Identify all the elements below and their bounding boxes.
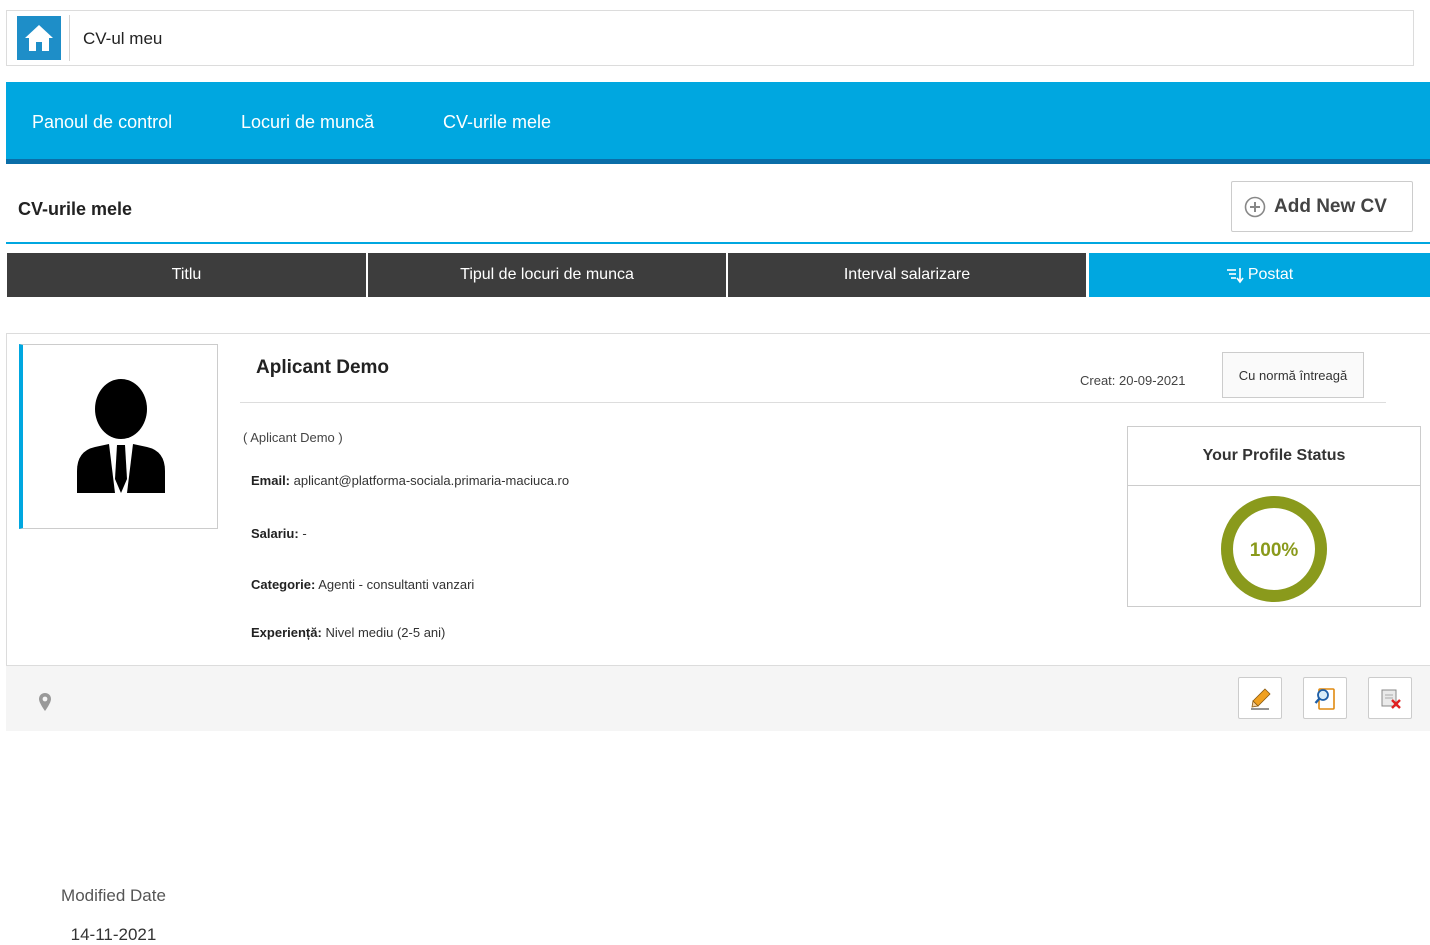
field-label: Email: <box>251 473 291 488</box>
delete-cv-button[interactable] <box>1368 677 1412 719</box>
column-header-job-type[interactable]: Tipul de locuri de munca <box>368 253 726 297</box>
modified-date-value: 14-11-2021 <box>70 925 157 944</box>
field-experience: Experiență: Nivel mediu (2-5 ani) <box>251 625 445 640</box>
field-value: aplicant@platforma-sociala.primaria-maci… <box>293 473 570 488</box>
field-value: Nivel mediu (2-5 ani) <box>325 625 446 640</box>
cv-name[interactable]: Aplicant Demo <box>256 357 389 379</box>
nav-item-my-cvs[interactable]: CV-urile mele <box>443 112 551 133</box>
field-label: Categorie: <box>251 577 316 592</box>
field-label: Experiență: <box>251 625 322 640</box>
job-type-badge: Cu normă întreagă <box>1222 352 1364 398</box>
map-pin-icon <box>39 693 51 711</box>
add-new-cv-label: Add New CV <box>1274 196 1387 217</box>
breadcrumb-current: CV-ul meu <box>83 29 163 48</box>
field-value: - <box>302 526 307 541</box>
delete-document-icon <box>1381 689 1401 709</box>
breadcrumb: CV-ul meu <box>6 10 1414 66</box>
pencil-icon <box>1251 688 1271 710</box>
user-silhouette-icon <box>77 379 165 493</box>
column-header-label: Titlu <box>171 266 202 283</box>
field-salary: Salariu: - <box>251 526 307 541</box>
page-title: CV-urile mele <box>18 199 133 219</box>
plus-circle-icon <box>1244 196 1266 218</box>
nav-item-dashboard[interactable]: Panoul de control <box>32 112 172 133</box>
cv-card-footer <box>6 665 1430 731</box>
avatar <box>19 344 218 529</box>
column-header-label: Postat <box>1247 266 1294 283</box>
profile-status-box: Your Profile Status 100% <box>1127 426 1421 607</box>
column-header-posted[interactable]: Postat <box>1089 253 1430 297</box>
view-cv-button[interactable] <box>1303 677 1347 719</box>
edit-cv-button[interactable] <box>1238 677 1282 719</box>
field-value: Agenti - consultanti vanzari <box>318 577 475 592</box>
field-category: Categorie: Agenti - consultanti vanzari <box>251 577 474 592</box>
created-date: Creat: 20-09-2021 <box>1080 373 1186 388</box>
profile-status-percent: 100% <box>1250 540 1299 561</box>
breadcrumb-separator <box>69 15 70 61</box>
column-header-label: Interval salarizare <box>843 266 971 283</box>
cv-subtitle: ( Aplicant Demo ) <box>243 430 343 445</box>
name-divider <box>240 402 1386 403</box>
field-label: Salariu: <box>251 526 299 541</box>
sort-icon <box>1226 268 1244 284</box>
column-header-label: Tipul de locuri de munca <box>460 266 634 283</box>
section-divider <box>6 242 1430 244</box>
field-email: Email: aplicant@platforma-sociala.primar… <box>251 473 569 488</box>
home-icon <box>25 25 53 51</box>
main-nav: Panoul de control Locuri de muncă CV-uri… <box>6 82 1430 164</box>
add-new-cv-button[interactable]: Add New CV <box>1231 181 1413 232</box>
profile-status-title: Your Profile Status <box>1128 427 1420 486</box>
home-button[interactable] <box>17 16 61 60</box>
column-header-title[interactable]: Titlu <box>7 253 366 297</box>
modified-date-label: Modified Date <box>61 886 166 905</box>
profile-status-ring: 100% <box>1221 496 1327 602</box>
column-header-salary[interactable]: Interval salarizare <box>728 253 1086 297</box>
nav-item-jobs[interactable]: Locuri de muncă <box>241 112 374 133</box>
view-document-icon <box>1314 688 1335 710</box>
